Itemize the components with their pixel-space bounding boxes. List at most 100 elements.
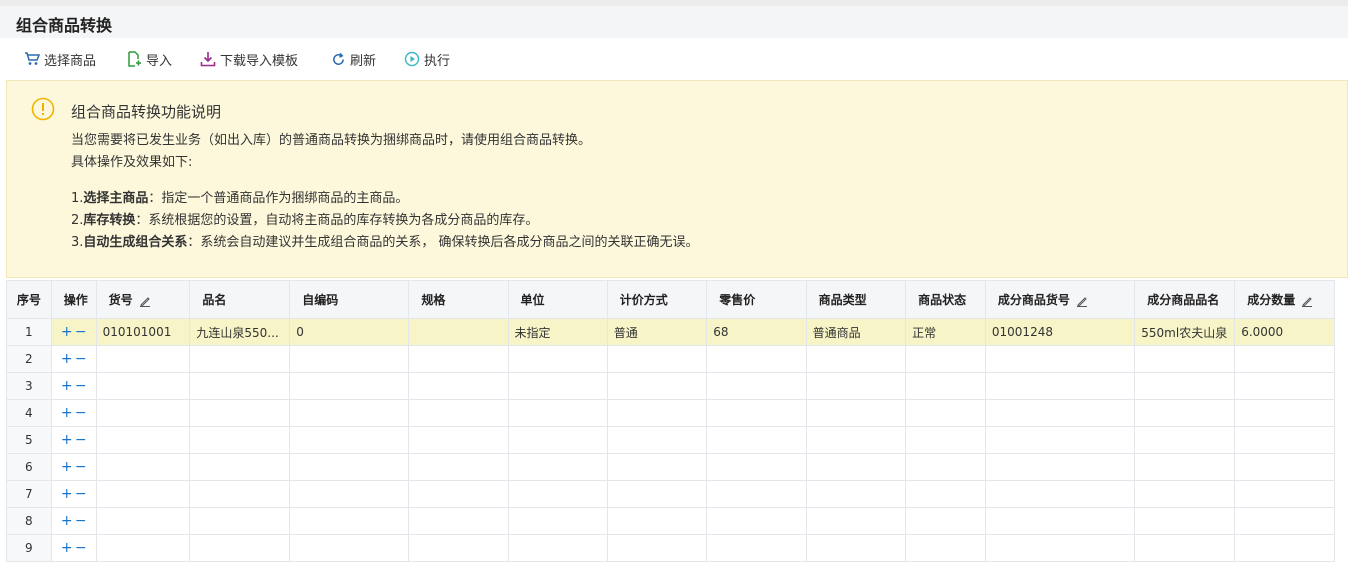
table-cell[interactable] [189, 372, 291, 400]
table-cell[interactable] [1234, 507, 1335, 535]
table-cell[interactable] [289, 453, 410, 481]
table-cell[interactable] [1234, 426, 1335, 454]
table-cell[interactable] [805, 507, 907, 535]
table-cell[interactable] [805, 399, 907, 427]
table-cell[interactable] [1134, 372, 1236, 400]
table-cell[interactable] [984, 534, 1136, 562]
table-cell[interactable]: 01001248 [984, 318, 1136, 346]
table-cell[interactable] [606, 480, 708, 508]
table-cell[interactable] [1134, 453, 1236, 481]
table-cell[interactable] [408, 399, 509, 427]
table-cell[interactable] [905, 507, 986, 535]
table-row[interactable]: 9 + − [6, 534, 1348, 562]
table-cell[interactable] [507, 426, 608, 454]
table-cell[interactable] [189, 345, 291, 373]
table-cell[interactable] [95, 345, 191, 373]
table-row[interactable]: 1 + −010101001 九连山泉550... 0 未指定 普通 68 普通商品 正常 0100… [6, 318, 1348, 346]
table-cell[interactable] [984, 480, 1136, 508]
table-cell[interactable] [1134, 534, 1236, 562]
table-cell[interactable] [289, 534, 410, 562]
table-cell[interactable] [706, 426, 807, 454]
refresh-button[interactable]: 刷新 [331, 50, 376, 69]
table-cell[interactable] [1234, 480, 1335, 508]
edit-icon[interactable] [1076, 295, 1088, 307]
table-cell[interactable] [984, 453, 1136, 481]
table-cell[interactable] [905, 399, 986, 427]
table-cell[interactable] [805, 534, 907, 562]
table-cell[interactable] [189, 480, 291, 508]
table-cell[interactable] [408, 534, 509, 562]
add-row-button[interactable]: + [60, 351, 74, 367]
table-cell[interactable] [408, 507, 509, 535]
table-cell[interactable] [289, 507, 410, 535]
table-cell[interactable] [805, 372, 907, 400]
table-cell[interactable]: 未指定 [507, 318, 608, 346]
table-row[interactable]: 8 + − [6, 507, 1348, 535]
table-cell[interactable] [289, 372, 410, 400]
remove-row-button[interactable]: − [74, 513, 88, 529]
col-code[interactable]: 货号 [95, 280, 191, 319]
table-cell[interactable]: 550ml农夫山泉 [1134, 318, 1236, 346]
table-cell[interactable] [905, 426, 986, 454]
table-cell[interactable] [507, 480, 608, 508]
table-row[interactable]: 4 + − [6, 399, 1348, 427]
table-cell[interactable] [189, 507, 291, 535]
table-cell[interactable] [95, 480, 191, 508]
select-product-button[interactable]: 选择商品 [24, 50, 96, 69]
table-cell[interactable] [805, 345, 907, 373]
table-cell[interactable] [1134, 399, 1236, 427]
table-cell[interactable] [1234, 372, 1335, 400]
table-cell[interactable] [706, 399, 807, 427]
table-cell[interactable] [805, 426, 907, 454]
table-cell[interactable] [189, 399, 291, 427]
table-cell[interactable] [706, 453, 807, 481]
table-cell[interactable] [408, 318, 509, 346]
add-row-button[interactable]: + [60, 486, 74, 502]
table-cell[interactable] [905, 345, 986, 373]
import-button[interactable]: 导入 [126, 50, 172, 69]
table-cell[interactable] [1234, 534, 1335, 562]
add-row-button[interactable]: + [60, 513, 74, 529]
table-cell[interactable] [289, 345, 410, 373]
table-cell[interactable]: 正常 [905, 318, 986, 346]
table-cell[interactable] [408, 480, 509, 508]
remove-row-button[interactable]: − [74, 378, 88, 394]
table-cell[interactable] [606, 372, 708, 400]
table-cell[interactable]: 6.0000 [1234, 318, 1335, 346]
table-cell[interactable] [95, 372, 191, 400]
remove-row-button[interactable]: − [74, 351, 88, 367]
table-cell[interactable] [95, 453, 191, 481]
table-cell[interactable] [1234, 453, 1335, 481]
table-cell[interactable] [905, 480, 986, 508]
table-cell[interactable] [606, 345, 708, 373]
table-cell[interactable] [95, 534, 191, 562]
table-cell[interactable] [984, 372, 1136, 400]
execute-button[interactable]: 执行 [404, 50, 450, 69]
table-cell[interactable] [984, 345, 1136, 373]
table-cell[interactable] [1234, 345, 1335, 373]
table-cell[interactable]: 普通商品 [805, 318, 907, 346]
table-cell[interactable] [507, 534, 608, 562]
download-template-button[interactable]: 下载导入模板 [200, 50, 298, 69]
table-cell[interactable] [606, 534, 708, 562]
add-row-button[interactable]: + [60, 405, 74, 421]
table-cell[interactable] [408, 372, 509, 400]
table-cell[interactable] [507, 345, 608, 373]
col-component-code[interactable]: 成分商品货号 [984, 280, 1136, 319]
table-cell[interactable] [606, 453, 708, 481]
table-cell[interactable] [905, 453, 986, 481]
table-cell[interactable]: 68 [706, 318, 807, 346]
table-cell[interactable]: 010101001 [95, 318, 191, 346]
table-cell[interactable] [606, 507, 708, 535]
table-cell[interactable] [706, 480, 807, 508]
add-row-button[interactable]: + [60, 324, 74, 340]
table-cell[interactable] [95, 399, 191, 427]
table-row[interactable]: 2 + − [6, 345, 1348, 373]
add-row-button[interactable]: + [60, 378, 74, 394]
table-cell[interactable] [805, 453, 907, 481]
table-cell[interactable] [95, 507, 191, 535]
table-cell[interactable] [189, 534, 291, 562]
remove-row-button[interactable]: − [74, 540, 88, 556]
table-cell[interactable] [606, 426, 708, 454]
table-cell[interactable] [507, 507, 608, 535]
